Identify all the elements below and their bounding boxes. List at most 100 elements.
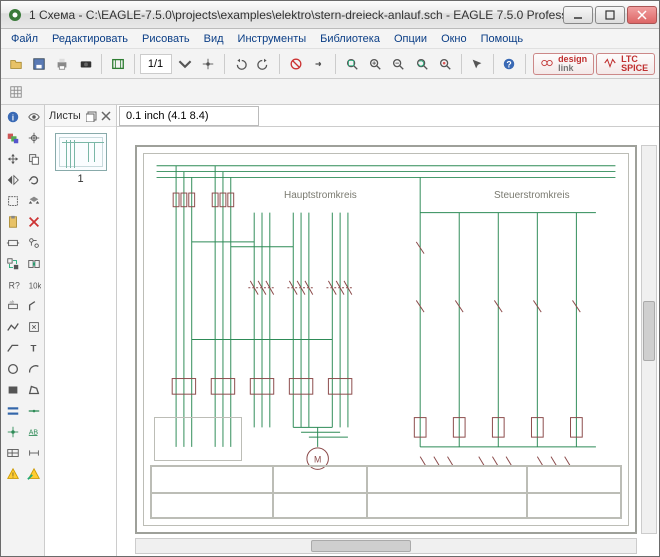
close-button[interactable] bbox=[627, 6, 657, 24]
move-tool[interactable] bbox=[3, 149, 23, 169]
replace-tool[interactable] bbox=[3, 254, 23, 274]
tool-palette: i R? 10k ab bbox=[1, 105, 45, 556]
name-tool[interactable]: R? bbox=[3, 275, 23, 295]
menu-library[interactable]: Библиотека bbox=[314, 31, 386, 47]
net-tool[interactable] bbox=[24, 401, 44, 421]
canvas[interactable]: Hauptstromkreis Steuerstromkreis bbox=[117, 127, 659, 556]
polygon-tool[interactable] bbox=[24, 380, 44, 400]
change-tool[interactable] bbox=[24, 191, 44, 211]
cam-button[interactable] bbox=[75, 53, 96, 75]
designlink-icon bbox=[540, 56, 554, 72]
svg-text:?: ? bbox=[507, 59, 512, 69]
separator bbox=[335, 54, 336, 74]
main-body: i R? 10k ab bbox=[1, 105, 659, 556]
redo-button[interactable] bbox=[253, 53, 274, 75]
maximize-button[interactable] bbox=[595, 6, 625, 24]
undo-button[interactable] bbox=[230, 53, 251, 75]
menu-help[interactable]: Помощь bbox=[475, 31, 530, 47]
designlink-label-b: link bbox=[558, 63, 574, 73]
menu-tools[interactable]: Инструменты bbox=[232, 31, 313, 47]
zoom-fit-button[interactable] bbox=[341, 53, 362, 75]
svg-text:R?: R? bbox=[9, 281, 20, 291]
open-button[interactable] bbox=[5, 53, 26, 75]
smash-tool[interactable]: ab bbox=[3, 296, 23, 316]
rotate-tool[interactable] bbox=[24, 170, 44, 190]
delete-tool[interactable] bbox=[24, 212, 44, 232]
print-button[interactable] bbox=[52, 53, 73, 75]
wire-tool[interactable] bbox=[3, 338, 23, 358]
erc-tool[interactable]: ! bbox=[3, 464, 23, 484]
menu-view[interactable]: Вид bbox=[198, 31, 230, 47]
app-window: 1 Схема - C:\EAGLE-7.5.0\projects\exampl… bbox=[0, 0, 660, 557]
secondary-toolbar bbox=[1, 79, 659, 105]
mark-tool[interactable] bbox=[24, 128, 44, 148]
editor-area: 0.1 inch (4.1 8.4) Hauptstromkreis Steue… bbox=[117, 105, 659, 556]
circle-tool[interactable] bbox=[3, 359, 23, 379]
grid-button[interactable] bbox=[5, 81, 27, 103]
menubar: Файл Редактировать Рисовать Вид Инструме… bbox=[1, 29, 659, 49]
mirror-tool[interactable] bbox=[3, 170, 23, 190]
menu-file[interactable]: Файл bbox=[5, 31, 44, 47]
window-title: 1 Схема - C:\EAGLE-7.5.0\projects\exampl… bbox=[29, 8, 563, 22]
errors-tool[interactable] bbox=[24, 464, 44, 484]
ltspice-label-b: SPICE bbox=[621, 63, 648, 73]
svg-text:!: ! bbox=[12, 473, 14, 480]
junction-tool[interactable] bbox=[3, 422, 23, 442]
add-tool[interactable] bbox=[3, 233, 23, 253]
zoom-in-button[interactable] bbox=[364, 53, 385, 75]
layers-tool[interactable] bbox=[3, 128, 23, 148]
zoom-redraw-button[interactable] bbox=[411, 53, 432, 75]
copy-tool[interactable] bbox=[24, 149, 44, 169]
rect-tool[interactable] bbox=[3, 380, 23, 400]
cancel-button[interactable] bbox=[285, 53, 306, 75]
show-tool[interactable] bbox=[24, 107, 44, 127]
arc-tool[interactable] bbox=[24, 359, 44, 379]
separator bbox=[279, 54, 280, 74]
ltspice-button[interactable]: LTCSPICE bbox=[596, 53, 655, 75]
bus-tool[interactable] bbox=[3, 401, 23, 421]
invoke-tool[interactable] bbox=[24, 317, 44, 337]
undock-icon[interactable] bbox=[86, 110, 98, 122]
coord-bar: 0.1 inch (4.1 8.4) bbox=[117, 105, 659, 127]
close-panel-icon[interactable] bbox=[100, 110, 112, 122]
group-tool[interactable] bbox=[3, 191, 23, 211]
menu-edit[interactable]: Редактировать bbox=[46, 31, 134, 47]
info-tool[interactable]: i bbox=[3, 107, 23, 127]
zoom-select-button[interactable] bbox=[434, 53, 455, 75]
separator bbox=[461, 54, 462, 74]
menu-draw[interactable]: Рисовать bbox=[136, 31, 196, 47]
gateswap-tool[interactable] bbox=[24, 254, 44, 274]
save-button[interactable] bbox=[28, 53, 49, 75]
zoom-out-button[interactable] bbox=[388, 53, 409, 75]
value-tool[interactable]: 10k bbox=[24, 275, 44, 295]
hscroll-thumb[interactable] bbox=[311, 540, 411, 552]
split-tool[interactable] bbox=[3, 317, 23, 337]
minimize-button[interactable] bbox=[563, 6, 593, 24]
pinswap-tool[interactable] bbox=[24, 233, 44, 253]
zoom-group: 1/1 bbox=[140, 53, 196, 75]
zoom-dropdown[interactable] bbox=[174, 53, 196, 75]
miter-tool[interactable] bbox=[24, 296, 44, 316]
zoom-value[interactable]: 1/1 bbox=[140, 54, 172, 74]
coord-readout: 0.1 inch (4.1 8.4) bbox=[119, 106, 259, 126]
sheet-thumbnail[interactable] bbox=[55, 133, 107, 171]
designlink-button[interactable]: designlink bbox=[533, 53, 594, 75]
menu-window[interactable]: Окно bbox=[435, 31, 473, 47]
dimension-tool[interactable] bbox=[24, 443, 44, 463]
board-button[interactable] bbox=[107, 53, 128, 75]
sheets-header: Листы bbox=[45, 105, 116, 127]
vertical-scrollbar[interactable] bbox=[641, 145, 657, 534]
menu-options[interactable]: Опции bbox=[388, 31, 433, 47]
revision-box bbox=[154, 417, 242, 461]
help-button[interactable]: ? bbox=[499, 53, 520, 75]
go-button[interactable] bbox=[309, 53, 330, 75]
show-button[interactable] bbox=[198, 53, 219, 75]
paste-tool[interactable] bbox=[3, 212, 23, 232]
label-tool[interactable]: AB bbox=[24, 422, 44, 442]
drop-button[interactable] bbox=[467, 53, 488, 75]
vscroll-thumb[interactable] bbox=[643, 301, 655, 361]
text-tool[interactable]: T bbox=[24, 338, 44, 358]
horizontal-scrollbar[interactable] bbox=[135, 538, 637, 554]
separator bbox=[493, 54, 494, 74]
attribute-tool[interactable] bbox=[3, 443, 23, 463]
